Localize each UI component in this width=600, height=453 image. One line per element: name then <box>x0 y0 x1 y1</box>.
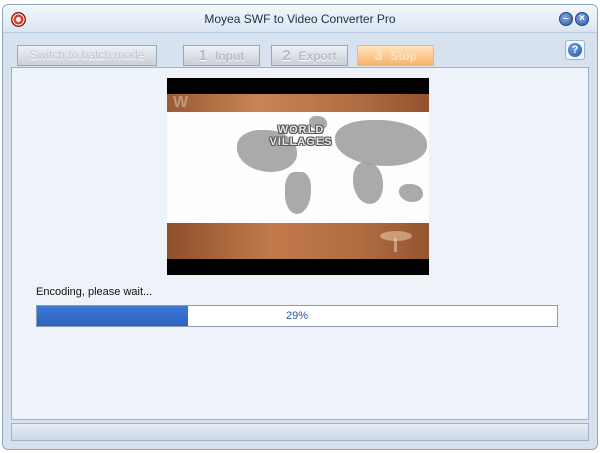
encoding-progress-bar: 29% <box>36 305 558 327</box>
video-preview: W WORLD VILLAGES <box>167 78 429 275</box>
map-australia <box>399 184 423 202</box>
title-bar: Moyea SWF to Video Converter Pro – × <box>3 5 597 33</box>
preview-bottom-band <box>167 223 429 259</box>
minimize-icon[interactable]: – <box>559 12 573 26</box>
world-map: WORLD VILLAGES <box>167 112 429 223</box>
preview-title: WORLD VILLAGES <box>261 124 341 148</box>
step-label: Export <box>298 49 337 63</box>
window-title: Moyea SWF to Video Converter Pro <box>204 12 396 26</box>
preview-title-line2: VILLAGES <box>269 136 333 148</box>
map-africa <box>353 162 383 204</box>
preview-title-line1: WORLD <box>277 124 325 136</box>
help-icon: ? <box>568 43 582 57</box>
step-label: Stop <box>390 49 417 63</box>
preview-top-band: W <box>167 94 429 112</box>
app-window: Moyea SWF to Video Converter Pro – × Swi… <box>2 4 598 450</box>
progress-percent-label: 29% <box>285 310 309 322</box>
map-eurasia <box>335 120 427 166</box>
help-button[interactable]: ? <box>565 40 585 60</box>
step-number: 2 <box>282 47 291 64</box>
status-bar <box>11 423 589 441</box>
step-number: 1 <box>198 47 207 64</box>
switch-to-batch-mode-button[interactable]: Switch to batch mode <box>17 45 157 66</box>
preview-watermark: W <box>173 94 189 111</box>
step-label: Input <box>215 49 245 63</box>
status-message: Encoding, please wait... <box>36 286 153 298</box>
step-number: 3 <box>373 47 383 64</box>
step-input-button[interactable]: 1 Input <box>183 45 260 66</box>
step-stop-button[interactable]: 3 Stop <box>357 45 434 66</box>
step-export-button[interactable]: 2 Export <box>271 45 348 66</box>
main-panel: W WORLD VILLAGES Encoding, please wait..… <box>11 67 589 420</box>
close-icon[interactable]: × <box>575 12 589 26</box>
tree-icon <box>380 231 412 252</box>
toolbar: Switch to batch mode 1 Input 2 Export 3 Sto… <box>3 33 597 66</box>
map-south-america <box>285 172 311 214</box>
